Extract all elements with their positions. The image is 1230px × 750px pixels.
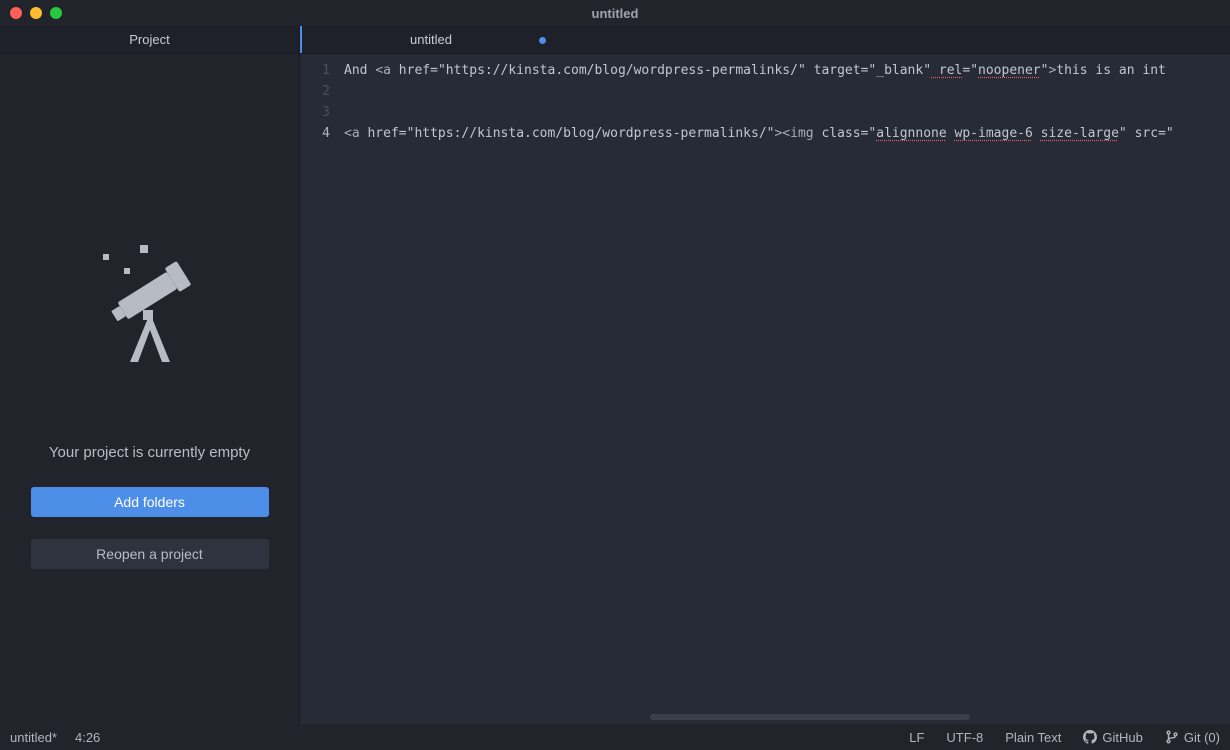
- line-number: 2: [300, 81, 330, 102]
- modified-indicator-icon: [539, 37, 546, 44]
- status-grammar[interactable]: Plain Text: [1005, 730, 1061, 745]
- window-title: untitled: [0, 6, 1230, 21]
- status-bar: untitled* 4:26 LF UTF-8 Plain Text GitHu…: [0, 724, 1230, 750]
- add-folders-button[interactable]: Add folders: [31, 487, 269, 517]
- reopen-project-button[interactable]: Reopen a project: [31, 539, 269, 569]
- github-icon: [1083, 730, 1097, 744]
- line-number: 4: [300, 123, 330, 144]
- telescope-icon: [100, 234, 200, 364]
- tab-project[interactable]: Project: [0, 26, 300, 53]
- tab-untitled[interactable]: untitled: [300, 26, 560, 53]
- line-number: 1: [300, 60, 330, 81]
- tab-label: untitled: [410, 32, 452, 47]
- status-line-ending[interactable]: LF: [909, 730, 924, 745]
- text-editor[interactable]: 1 2 3 4 And <a href="https://kinsta.com/…: [300, 54, 1230, 724]
- gutter: 1 2 3 4: [300, 54, 340, 724]
- code-area[interactable]: And <a href="https://kinsta.com/blog/wor…: [340, 54, 1230, 724]
- horizontal-scrollbar[interactable]: [650, 714, 970, 720]
- tab-row: Project untitled: [0, 26, 1230, 54]
- title-bar: untitled: [0, 0, 1230, 26]
- empty-project-message: Your project is currently empty: [49, 444, 250, 461]
- status-encoding[interactable]: UTF-8: [946, 730, 983, 745]
- status-github[interactable]: GitHub: [1083, 730, 1142, 745]
- git-branch-icon: [1165, 730, 1179, 744]
- project-sidebar: Your project is currently empty Add fold…: [0, 54, 300, 724]
- status-cursor[interactable]: 4:26: [75, 730, 100, 745]
- line-number: 3: [300, 102, 330, 123]
- status-file[interactable]: untitled*: [10, 730, 57, 745]
- status-git[interactable]: Git (0): [1165, 730, 1220, 745]
